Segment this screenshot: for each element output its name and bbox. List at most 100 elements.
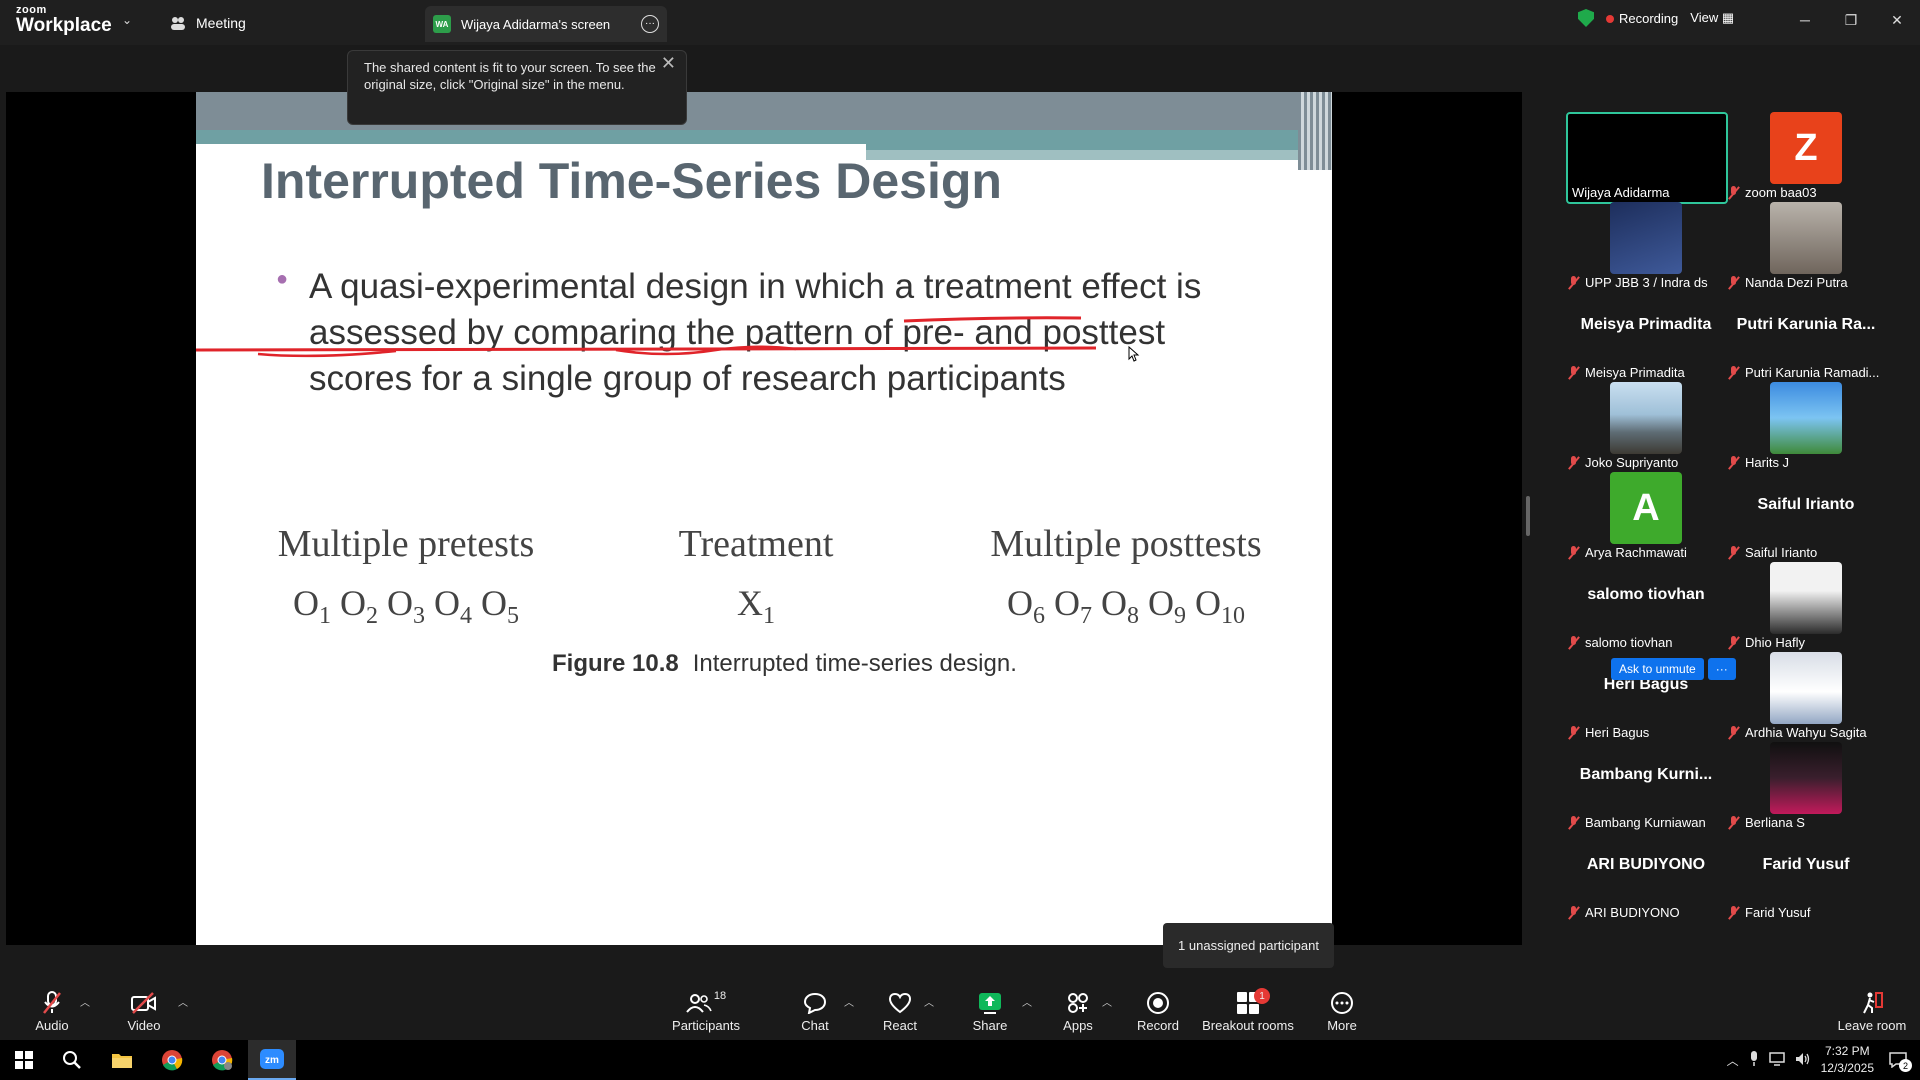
participant-tile[interactable]: Ardhia Wahyu Sagita bbox=[1726, 652, 1886, 742]
shield-icon[interactable] bbox=[1578, 9, 1594, 27]
participant-tile[interactable]: UPP JBB 3 / Indra ds bbox=[1566, 202, 1726, 292]
react-options-caret-icon[interactable]: ︿ bbox=[924, 994, 934, 1009]
more-options-button[interactable]: ··· bbox=[1707, 658, 1736, 680]
meeting-tab[interactable]: Meeting bbox=[170, 10, 246, 36]
participant-name: Bambang Kurniawan bbox=[1585, 815, 1706, 830]
windows-start-icon[interactable] bbox=[0, 1040, 48, 1080]
participant-name-tag: Saiful Irianto bbox=[1728, 545, 1817, 560]
participant-tile[interactable]: ARI BUDIYONO ARI BUDIYONO bbox=[1566, 832, 1726, 922]
breakout-rooms-button[interactable]: 1 Breakout rooms bbox=[1198, 988, 1298, 1033]
participant-tile[interactable]: Meisya Primadita Meisya Primadita bbox=[1566, 292, 1726, 382]
participant-display-name: Bambang Kurni... bbox=[1579, 766, 1713, 783]
mic-muted-icon bbox=[1728, 185, 1740, 200]
participant-tile[interactable]: Zzoom baa03 bbox=[1726, 112, 1886, 202]
clock-time: 7:32 PM bbox=[1824, 1044, 1870, 1058]
close-icon[interactable]: ✕ bbox=[1874, 0, 1920, 40]
microphone-icon[interactable] bbox=[1749, 1050, 1759, 1070]
participant-name-tag: Heri Bagus bbox=[1568, 725, 1649, 740]
participant-tile[interactable]: Farid Yusuf Farid Yusuf bbox=[1726, 832, 1886, 922]
chrome-icon[interactable] bbox=[148, 1040, 196, 1080]
pen-annotation bbox=[196, 316, 1097, 358]
participant-tile[interactable]: Putri Karunia Ra... Putri Karunia Ramadi.… bbox=[1726, 292, 1886, 382]
react-label: React bbox=[883, 1018, 917, 1033]
breakout-rooms-label: Breakout rooms bbox=[1202, 1018, 1294, 1033]
participant-tile[interactable]: Harits J bbox=[1726, 382, 1886, 472]
mic-muted-icon bbox=[1568, 635, 1580, 650]
participants-button[interactable]: 18 Participants bbox=[666, 990, 746, 1033]
avatar: Z bbox=[1770, 112, 1842, 184]
mic-muted-icon bbox=[1728, 635, 1740, 650]
participant-name: Ardhia Wahyu Sagita bbox=[1745, 725, 1867, 740]
participant-video bbox=[1610, 382, 1682, 454]
notifications-icon[interactable]: 2 bbox=[1884, 1048, 1912, 1072]
volume-icon[interactable] bbox=[1795, 1052, 1811, 1069]
breakout-badge: 1 bbox=[1254, 988, 1270, 1004]
participant-tile-active[interactable]: Wijaya Adidarma bbox=[1566, 112, 1728, 204]
observation: O6 bbox=[1007, 583, 1045, 630]
participant-name-tag: Nanda Dezi Putra bbox=[1728, 275, 1848, 290]
participant-video bbox=[1770, 652, 1842, 724]
title-bar: zoom Workplace ⌄ Meeting WA Wijaya Adida… bbox=[0, 0, 1920, 45]
restore-icon[interactable]: ❐ bbox=[1828, 0, 1874, 40]
participant-tile[interactable]: salomo tiovhan salomo tiovhan bbox=[1566, 562, 1726, 652]
meeting-icon bbox=[171, 17, 185, 30]
figure-caption-label: Figure 10.8 bbox=[552, 650, 679, 677]
tray-overflow-icon[interactable]: ︿ bbox=[1727, 1052, 1739, 1069]
video-options-caret-icon[interactable]: ︿ bbox=[178, 994, 188, 1009]
screen-share-tab[interactable]: WA Wijaya Adidarma's screen ··· bbox=[425, 6, 667, 42]
record-button[interactable]: Record bbox=[1118, 990, 1198, 1033]
participant-tile[interactable]: Nanda Dezi Putra bbox=[1726, 202, 1886, 292]
panel-resize-handle[interactable] bbox=[1526, 496, 1530, 536]
participant-tile[interactable]: Saiful Irianto Saiful Irianto bbox=[1726, 472, 1886, 562]
observation: O8 bbox=[1101, 583, 1139, 630]
participant-name: Wijaya Adidarma bbox=[1572, 185, 1670, 200]
minimize-icon[interactable]: ─ bbox=[1782, 0, 1828, 40]
participant-tile[interactable]: Dhio Hafly bbox=[1726, 562, 1886, 652]
unassigned-participant-notice[interactable]: 1 unassigned participant bbox=[1163, 923, 1334, 968]
more-options-icon[interactable]: ··· bbox=[641, 15, 659, 33]
participant-video bbox=[1770, 202, 1842, 274]
leave-room-button[interactable]: Leave room bbox=[1830, 990, 1914, 1033]
participant-tile[interactable]: A Arya Rachmawati bbox=[1566, 472, 1726, 562]
view-button[interactable]: View ▦ bbox=[1690, 10, 1734, 26]
more-button[interactable]: More bbox=[1302, 990, 1382, 1033]
close-icon[interactable]: ✕ bbox=[661, 54, 676, 72]
video-button[interactable]: Video bbox=[104, 990, 184, 1033]
observation: O5 bbox=[481, 583, 519, 630]
chrome-profile-icon[interactable] bbox=[198, 1040, 246, 1080]
system-tray: ︿ 7:32 PM 12/3/2025 2 bbox=[1727, 1040, 1912, 1080]
audio-options-caret-icon[interactable]: ︿ bbox=[80, 994, 90, 1009]
participant-tile[interactable]: Berliana S bbox=[1726, 742, 1886, 832]
participant-tile[interactable]: Bambang Kurni... Bambang Kurniawan bbox=[1566, 742, 1726, 832]
chat-button[interactable]: Chat bbox=[775, 990, 855, 1033]
participant-name: Nanda Dezi Putra bbox=[1745, 275, 1848, 290]
shared-slide: Interrupted Time-Series Design ● A quasi… bbox=[196, 92, 1332, 945]
clock-date: 12/3/2025 bbox=[1820, 1061, 1874, 1075]
search-icon[interactable] bbox=[48, 1040, 96, 1080]
zoom-taskbar-icon[interactable]: zm bbox=[248, 1040, 296, 1080]
ask-to-unmute-button[interactable]: Ask to unmute bbox=[1611, 658, 1704, 680]
share-options-caret-icon[interactable]: ︿ bbox=[1022, 994, 1032, 1009]
share-label: Share bbox=[972, 1018, 1008, 1033]
participant-name-tag: ARI BUDIYONO bbox=[1568, 905, 1680, 920]
observation: O7 bbox=[1054, 583, 1092, 630]
participant-display-name: Putri Karunia Ra... bbox=[1736, 316, 1876, 333]
notification-count: 2 bbox=[1899, 1059, 1912, 1072]
apps-options-caret-icon[interactable]: ︿ bbox=[1102, 994, 1112, 1009]
file-explorer-icon[interactable] bbox=[98, 1040, 146, 1080]
chevron-down-icon[interactable]: ⌄ bbox=[122, 13, 132, 27]
recording-indicator[interactable]: Recording bbox=[1606, 11, 1678, 26]
participant-name-tag: UPP JBB 3 / Indra ds bbox=[1568, 275, 1708, 290]
participant-name: ARI BUDIYONO bbox=[1585, 905, 1680, 920]
taskbar-clock[interactable]: 7:32 PM 12/3/2025 bbox=[1821, 1043, 1874, 1077]
participant-name: Meisya Primadita bbox=[1585, 365, 1685, 380]
mic-muted-icon bbox=[1568, 815, 1580, 830]
participant-tile[interactable]: Joko Supriyanto bbox=[1566, 382, 1726, 472]
participant-video bbox=[1770, 562, 1842, 634]
participants-count: 18 bbox=[713, 990, 727, 1002]
chat-options-caret-icon[interactable]: ︿ bbox=[844, 994, 854, 1009]
share-button[interactable]: Share bbox=[950, 990, 1030, 1033]
participant-display-name: ARI BUDIYONO bbox=[1586, 856, 1706, 873]
recording-label: Recording bbox=[1619, 10, 1679, 26]
network-icon[interactable] bbox=[1768, 1051, 1785, 1069]
